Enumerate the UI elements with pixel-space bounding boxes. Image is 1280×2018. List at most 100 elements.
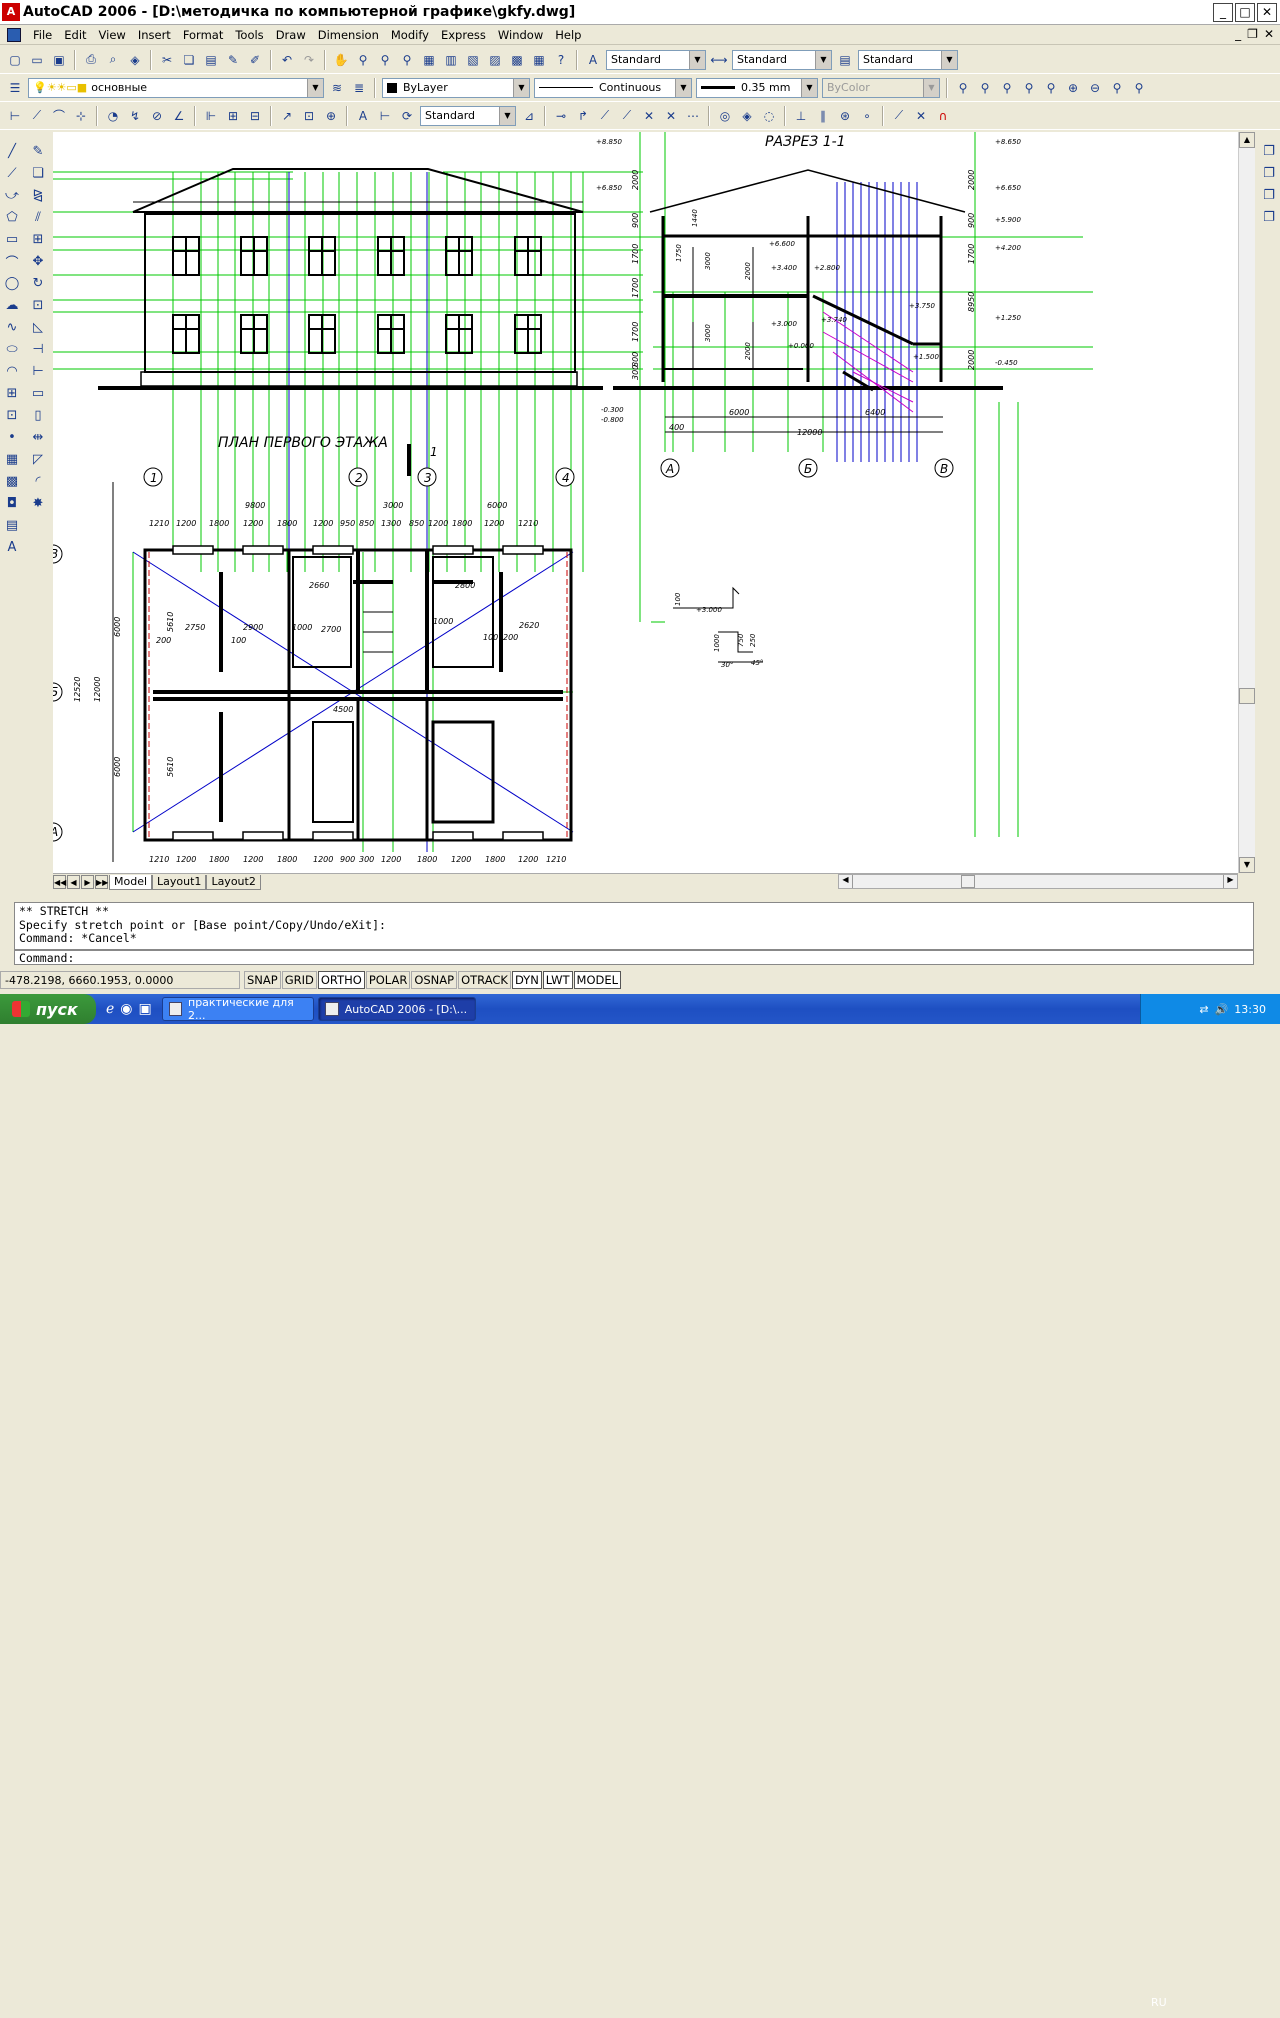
table-style-icon[interactable]: ▤ [835,50,855,70]
linetype-select[interactable]: Continuous ▼ [534,77,692,98]
osnap-toggle[interactable]: OSNAP [411,971,458,989]
dim-style-manager-icon[interactable]: ⊿ [519,106,539,126]
leader-icon[interactable]: ↗ [277,106,297,126]
media-player-icon[interactable]: ◉ [120,1001,132,1017]
ordinate-dim-icon[interactable]: ⊹ [71,106,91,126]
center-mark-icon[interactable]: ⊕ [321,106,341,126]
hatch-icon[interactable]: ▦ [1,448,23,470]
zoom-out-icon[interactable]: ⊖ [1085,78,1105,98]
snap-center-icon[interactable]: ◎ [715,106,735,126]
erase-icon[interactable]: ✎ [27,140,49,162]
snap-intersection-icon[interactable]: ✕ [639,106,659,126]
table-style-select[interactable]: Standard ▼ [858,49,958,70]
command-history[interactable]: ** STRETCH ** Specify stretch point or [… [14,902,1254,950]
doc-restore-icon[interactable]: ❐ [1247,27,1258,41]
offset-icon[interactable]: ⫽ [27,206,49,228]
revision-cloud-icon[interactable]: ☁ [1,294,23,316]
polygon-icon[interactable]: ⬠ [1,206,23,228]
copy-icon[interactable]: ❏ [179,50,199,70]
menu-insert[interactable]: Insert [132,28,177,42]
ellipse-icon[interactable]: ⬭ [1,338,23,360]
match-properties-icon[interactable]: ✎ [223,50,243,70]
horizontal-scrollbar[interactable]: ◀ ▶ [838,874,1238,889]
zoom-extents-icon[interactable]: ⚲ [1129,78,1149,98]
tab-layout2[interactable]: Layout2 [206,874,261,890]
break-at-point-icon[interactable]: ▭ [27,382,49,404]
polyline-icon[interactable]: ⤻ [1,184,23,206]
menu-modify[interactable]: Modify [385,28,435,42]
bring-to-front-icon[interactable]: ❐ [1258,140,1280,162]
otrack-toggle[interactable]: OTRACK [458,971,511,989]
snap-quadrant-icon[interactable]: ◈ [737,106,757,126]
move-icon[interactable]: ✥ [27,250,49,272]
angular-dim-icon[interactable]: ∠ [169,106,189,126]
hscroll-thumb[interactable] [961,875,975,888]
send-to-back-icon[interactable]: ❐ [1258,162,1280,184]
maximize-button[interactable]: □ [1235,3,1255,22]
doc-minimize-icon[interactable]: _ [1235,27,1241,41]
dim-text-edit-icon[interactable]: ⊢ [375,106,395,126]
dim-update-icon[interactable]: ⟳ [397,106,417,126]
properties-icon[interactable]: ▦ [419,50,439,70]
quick-dim-icon[interactable]: ⊩ [201,106,221,126]
minimize-button[interactable]: _ [1213,3,1233,22]
text-style-select[interactable]: Standard ▼ [606,49,706,70]
tool-palettes-icon[interactable]: ▧ [463,50,483,70]
dim-edit-icon[interactable]: A [353,106,373,126]
radius-dim-icon[interactable]: ◔ [103,106,123,126]
doc-close-icon[interactable]: ✕ [1264,27,1274,41]
continue-dim-icon[interactable]: ⊟ [245,106,265,126]
menu-file[interactable]: File [27,28,58,42]
layer-select[interactable]: 💡☀☀▭■ основные ▼ [28,77,324,98]
baseline-dim-icon[interactable]: ⊞ [223,106,243,126]
ellipse-arc-icon[interactable]: ◠ [1,360,23,382]
snap-from-icon[interactable]: ↱ [573,106,593,126]
design-center-icon[interactable]: ▥ [441,50,461,70]
paste-icon[interactable]: ▤ [201,50,221,70]
scroll-up-icon[interactable]: ▲ [1239,132,1255,148]
dim-style-select-2[interactable]: Standard ▼ [420,105,516,126]
sheet-set-icon[interactable]: ▨ [485,50,505,70]
scale-icon[interactable]: ⊡ [27,294,49,316]
tab-prev-icon[interactable]: ◀ [67,875,80,889]
construction-line-icon[interactable]: ⟋ [1,162,23,184]
arc-length-icon[interactable]: ⌒ [49,106,69,126]
join-icon[interactable]: ⇹ [27,426,49,448]
color-select[interactable]: ByLayer ▼ [382,77,530,98]
calculator-icon[interactable]: ▦ [529,50,549,70]
mirror-icon[interactable]: ⧎ [27,184,49,206]
jogged-dim-icon[interactable]: ↯ [125,106,145,126]
temp-track-icon[interactable]: ⊸ [551,106,571,126]
line-icon[interactable]: ╱ [1,140,23,162]
extend-icon[interactable]: ⊢ [27,360,49,382]
close-button[interactable]: ✕ [1257,3,1277,22]
zoom-center-icon[interactable]: ⚲ [1041,78,1061,98]
language-indicator[interactable]: RU [1151,1988,1167,2018]
autocad-logo-icon[interactable]: A [2,3,20,21]
menu-express[interactable]: Express [435,28,492,42]
network-icon[interactable]: ⇄ [1199,1003,1208,1016]
scroll-left-icon[interactable]: ◀ [839,875,853,888]
volume-icon[interactable]: 🔊 [1215,1003,1229,1016]
osnap-settings-icon[interactable]: ∩ [933,106,953,126]
arc-icon[interactable]: ⌒ [1,250,23,272]
tab-next-icon[interactable]: ▶ [81,875,94,889]
scroll-down-icon[interactable]: ▼ [1239,857,1255,873]
cut-icon[interactable]: ✂ [157,50,177,70]
dim-style-icon[interactable]: ⟷ [709,50,729,70]
undo-icon[interactable]: ↶ [277,50,297,70]
polar-toggle[interactable]: POLAR [365,971,411,989]
start-button[interactable]: пуск [0,994,96,1024]
linear-dim-icon[interactable]: ⊢ [5,106,25,126]
stretch-icon[interactable]: ◺ [27,316,49,338]
help-icon[interactable]: ? [551,50,571,70]
aligned-dim-icon[interactable]: ⟋ [27,106,47,126]
zoom-scale-icon[interactable]: ⚲ [1019,78,1039,98]
zoom-window-icon[interactable]: ⚲ [975,78,995,98]
rotate-icon[interactable]: ↻ [27,272,49,294]
plot-preview-icon[interactable]: ⌕ [103,50,123,70]
table-icon[interactable]: ▤ [1,514,23,536]
zoom-realtime-icon[interactable]: ⚲ [953,78,973,98]
tab-first-icon[interactable]: ◀◀ [53,875,66,889]
zoom-in-icon[interactable]: ⊕ [1063,78,1083,98]
